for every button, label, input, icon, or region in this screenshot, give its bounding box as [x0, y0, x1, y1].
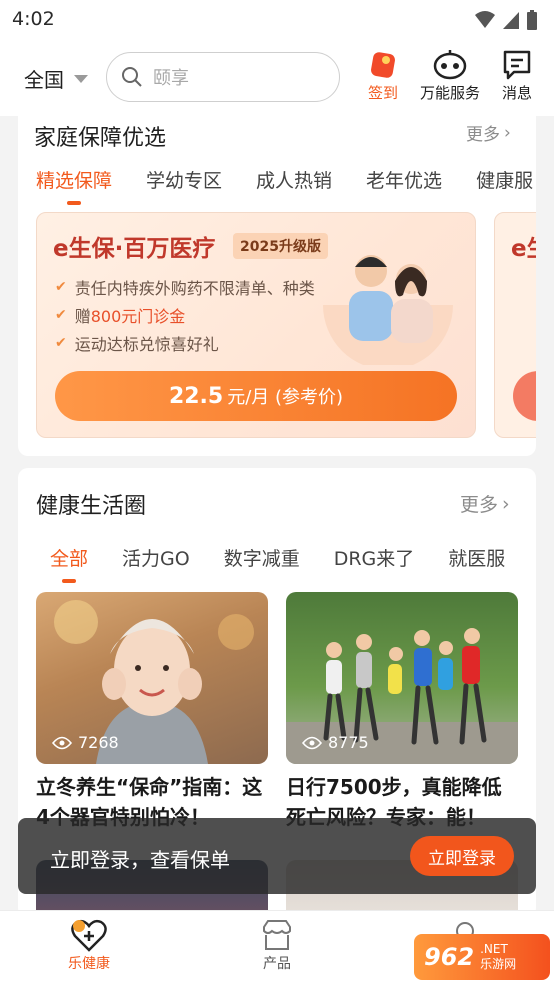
watermark-net: .NET [480, 942, 508, 956]
service-button[interactable]: 万能服务 [420, 48, 480, 103]
price-button[interactable]: 22.5 元/月 (参考价) [55, 371, 457, 421]
robot-icon [433, 50, 467, 80]
promo-bullet: ✔ 运动达标兑惊喜好礼 [55, 335, 219, 354]
health-tabs: 全部 活力GO 数字减重 DRG来了 就医服 [50, 544, 536, 583]
family-protection-card: 家庭保障优选 更多 › 精选保障 学幼专区 成人热销 老年优选 健康服 e生保·… [18, 116, 536, 456]
more-label: 更多 [466, 125, 500, 145]
view-count: 7268 [52, 733, 119, 752]
article-thumbnail: 8775 [286, 592, 518, 764]
chevron-right-icon: › [502, 492, 510, 515]
checkin-icon [371, 52, 395, 78]
article-card[interactable]: 8775 日行7500步，真能降低死亡风险？专家：能！ [286, 592, 518, 832]
tab-students[interactable]: 学幼专区 [146, 166, 222, 193]
promo-bullet: ✔ 责任内特疾外购药不限清单、种类 [55, 279, 315, 298]
check-icon: ✔ [55, 335, 67, 351]
login-toast: 立即登录，查看保单 立即登录 [18, 818, 536, 894]
more-link[interactable]: 更多 › [466, 120, 511, 146]
view-count: 8775 [302, 733, 369, 752]
message-button[interactable]: 消息 [502, 48, 532, 103]
toast-text: 立即登录，查看保单 [50, 848, 230, 872]
heart-plus-icon [71, 919, 107, 952]
tab-vitality[interactable]: 活力GO [122, 544, 190, 571]
article-thumbnail: 7268 [36, 592, 268, 764]
tab-all[interactable]: 全部 [50, 544, 88, 583]
tab-adults[interactable]: 成人热销 [256, 166, 332, 193]
site-watermark-logo: 962 .NET 乐游网 [414, 934, 550, 980]
watermark-site: 乐游网 [480, 957, 517, 971]
price-button-next[interactable] [513, 371, 536, 421]
section-title: 家庭保障优选 [34, 126, 167, 151]
checkin-label: 签到 [367, 84, 398, 102]
article-card[interactable]: 7268 立冬养生“保命”指南：这4个器官特别怕冷！ [36, 592, 268, 832]
promo-card-next[interactable]: e生 [494, 212, 536, 438]
signal-icon [503, 12, 519, 29]
wifi-icon [475, 11, 495, 28]
promo-badge: 2025升级版 [233, 233, 328, 259]
login-button[interactable]: 立即登录 [410, 836, 514, 876]
chevron-right-icon: › [504, 122, 511, 143]
check-icon: ✔ [55, 279, 67, 295]
search-placeholder: 颐享 [153, 68, 189, 89]
tab-indicator [67, 201, 81, 205]
status-icons [474, 9, 538, 31]
app-header: 全国 颐享 签到 万能服务 消息 [0, 40, 554, 116]
tab-featured[interactable]: 精选保障 [36, 166, 112, 205]
tab-medical[interactable]: 就医服 [448, 544, 505, 571]
eye-icon [302, 736, 322, 749]
promo-title: e生保·百万医疗 [53, 236, 216, 262]
family-tabs: 精选保障 学幼专区 成人热销 老年优选 健康服 [36, 166, 536, 205]
caret-down-icon [74, 74, 88, 83]
nav-products[interactable]: 产品 [260, 919, 294, 973]
service-label: 万能服务 [420, 84, 481, 102]
promo-bullet: ✔ 赠800元门诊金 [55, 307, 186, 326]
price-unit: 元/月 (参考价) [227, 387, 344, 408]
tab-seniors[interactable]: 老年优选 [366, 166, 442, 193]
couple-illustration [323, 255, 453, 365]
price-value: 22.5 [168, 383, 224, 409]
store-icon [263, 920, 291, 950]
promo-card[interactable]: e生保·百万医疗 2025升级版 ✔ 责任内特疾外购药不限清单、种类 ✔ 赠800元… [36, 212, 476, 438]
promo-title-next: e生 [511, 236, 536, 262]
battery-icon [527, 10, 537, 30]
search-icon [122, 67, 142, 87]
checkin-button[interactable]: 签到 [366, 48, 400, 103]
message-icon [503, 50, 531, 80]
check-icon: ✔ [55, 307, 67, 323]
nav-label: 乐健康 [68, 956, 110, 972]
region-selector[interactable]: 全国 [24, 64, 88, 93]
watermark-number: 962 [424, 943, 475, 971]
more-link[interactable]: 更多 › [460, 490, 510, 517]
tab-health[interactable]: 健康服 [476, 166, 533, 193]
section-title: 健康生活圈 [36, 494, 147, 519]
more-label: 更多 [460, 494, 499, 516]
eye-icon [52, 736, 72, 749]
tab-drg[interactable]: DRG来了 [334, 544, 415, 571]
status-time: 4:02 [12, 8, 55, 30]
tab-indicator [62, 579, 76, 583]
message-label: 消息 [502, 84, 533, 102]
nav-health[interactable]: 乐健康 [68, 919, 110, 973]
search-input[interactable]: 颐享 [106, 52, 340, 102]
tab-weight[interactable]: 数字减重 [224, 544, 300, 571]
status-bar: 4:02 [0, 0, 554, 40]
nav-label: 产品 [263, 956, 291, 972]
region-label: 全国 [24, 68, 64, 92]
